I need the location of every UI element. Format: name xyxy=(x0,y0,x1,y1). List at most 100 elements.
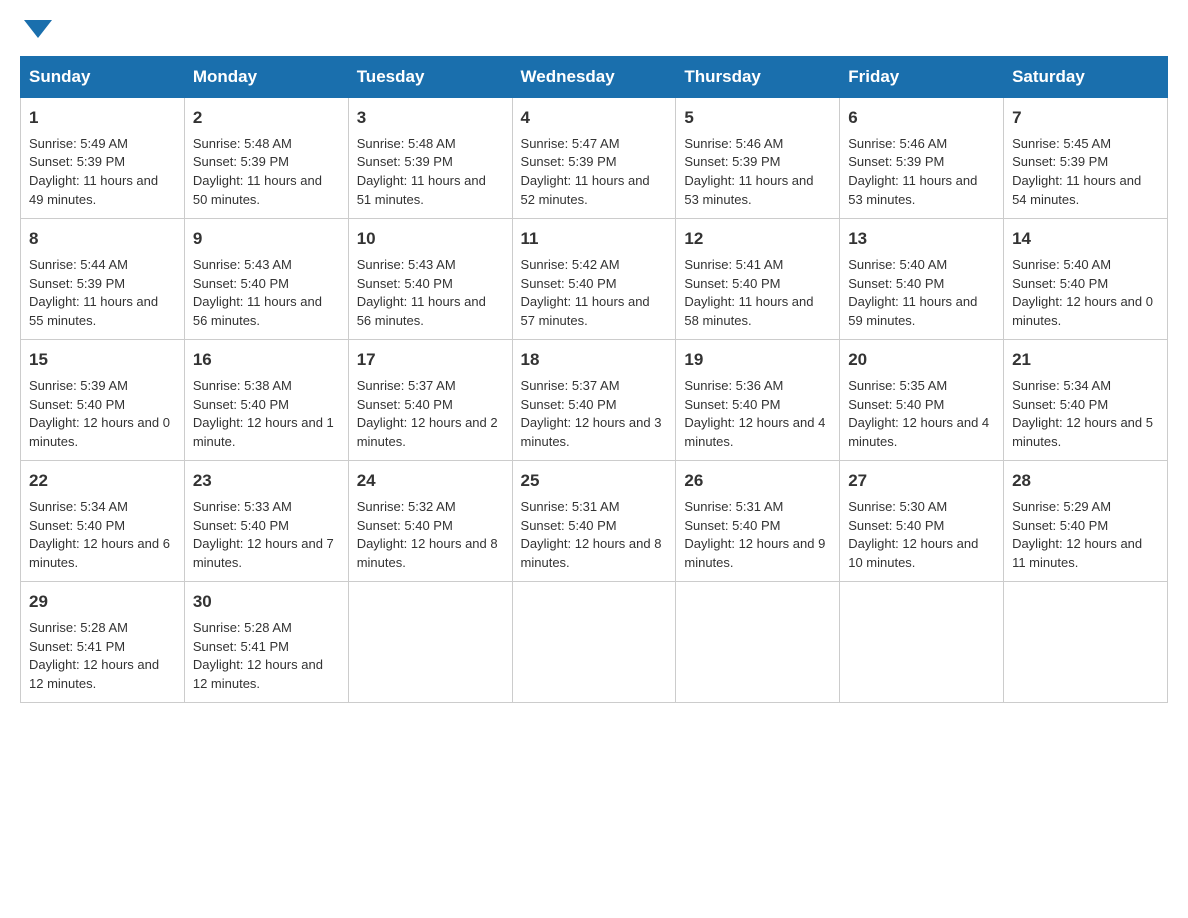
calendar-cell: 5Sunrise: 5:46 AMSunset: 5:39 PMDaylight… xyxy=(676,98,840,219)
sunset-text: Sunset: 5:39 PM xyxy=(521,153,668,172)
sunrise-text: Sunrise: 5:39 AM xyxy=(29,377,176,396)
daylight-text: Daylight: 12 hours and 2 minutes. xyxy=(357,414,504,452)
daylight-text: Daylight: 12 hours and 9 minutes. xyxy=(684,535,831,573)
sunset-text: Sunset: 5:40 PM xyxy=(848,275,995,294)
day-number: 27 xyxy=(848,469,995,494)
day-info: Sunrise: 5:48 AMSunset: 5:39 PMDaylight:… xyxy=(193,135,340,210)
sunrise-text: Sunrise: 5:40 AM xyxy=(848,256,995,275)
day-info: Sunrise: 5:30 AMSunset: 5:40 PMDaylight:… xyxy=(848,498,995,573)
daylight-text: Daylight: 12 hours and 8 minutes. xyxy=(521,535,668,573)
day-number: 10 xyxy=(357,227,504,252)
day-number: 16 xyxy=(193,348,340,373)
col-header-saturday: Saturday xyxy=(1004,57,1168,98)
daylight-text: Daylight: 12 hours and 8 minutes. xyxy=(357,535,504,573)
day-info: Sunrise: 5:33 AMSunset: 5:40 PMDaylight:… xyxy=(193,498,340,573)
week-row-5: 29Sunrise: 5:28 AMSunset: 5:41 PMDayligh… xyxy=(21,582,1168,703)
calendar-cell xyxy=(840,582,1004,703)
calendar-cell: 4Sunrise: 5:47 AMSunset: 5:39 PMDaylight… xyxy=(512,98,676,219)
daylight-text: Daylight: 11 hours and 53 minutes. xyxy=(848,172,995,210)
calendar-cell: 21Sunrise: 5:34 AMSunset: 5:40 PMDayligh… xyxy=(1004,340,1168,461)
daylight-text: Daylight: 12 hours and 0 minutes. xyxy=(1012,293,1159,331)
logo xyxy=(20,20,52,40)
daylight-text: Daylight: 12 hours and 4 minutes. xyxy=(684,414,831,452)
sunrise-text: Sunrise: 5:34 AM xyxy=(29,498,176,517)
day-number: 8 xyxy=(29,227,176,252)
calendar-cell: 9Sunrise: 5:43 AMSunset: 5:40 PMDaylight… xyxy=(184,219,348,340)
sunset-text: Sunset: 5:39 PM xyxy=(1012,153,1159,172)
calendar-cell: 19 Sunrise: 5:36 AMSunset: 5:40 PMDayligh… xyxy=(676,340,840,461)
day-info: Sunrise: 5:44 AMSunset: 5:39 PMDaylight:… xyxy=(29,256,176,331)
day-info: Sunrise: 5:46 AMSunset: 5:39 PMDaylight:… xyxy=(848,135,995,210)
daylight-text: Daylight: 11 hours and 53 minutes. xyxy=(684,172,831,210)
calendar-cell: 16Sunrise: 5:38 AMSunset: 5:40 PMDayligh… xyxy=(184,340,348,461)
daylight-text: Daylight: 12 hours and 11 minutes. xyxy=(1012,535,1159,573)
day-number: 15 xyxy=(29,348,176,373)
sunset-text: Sunset: 5:40 PM xyxy=(193,517,340,536)
col-header-monday: Monday xyxy=(184,57,348,98)
calendar-cell xyxy=(348,582,512,703)
sunrise-text: Sunrise: 5:38 AM xyxy=(193,377,340,396)
day-info: Sunrise: 5:42 AMSunset: 5:40 PMDaylight:… xyxy=(521,256,668,331)
calendar-cell: 24Sunrise: 5:32 AMSunset: 5:40 PMDayligh… xyxy=(348,461,512,582)
sunset-text: Sunset: 5:40 PM xyxy=(357,275,504,294)
sunrise-text: Sunrise: 5:40 AM xyxy=(1012,256,1159,275)
sunrise-text: Sunrise: 5:35 AM xyxy=(848,377,995,396)
logo-blue-text xyxy=(20,20,52,40)
day-number: 18 xyxy=(521,348,668,373)
week-row-1: 1Sunrise: 5:49 AMSunset: 5:39 PMDaylight… xyxy=(21,98,1168,219)
daylight-text: Daylight: 12 hours and 10 minutes. xyxy=(848,535,995,573)
sunset-text: Sunset: 5:40 PM xyxy=(684,517,831,536)
sunset-text: Sunset: 5:39 PM xyxy=(848,153,995,172)
sunrise-text: Sunrise: 5:41 AM xyxy=(684,256,831,275)
sunrise-text: Sunrise: 5:37 AM xyxy=(521,377,668,396)
day-info: Sunrise: 5:39 AMSunset: 5:40 PMDaylight:… xyxy=(29,377,176,452)
calendar-cell xyxy=(676,582,840,703)
day-number: 19 xyxy=(684,348,831,373)
day-info: Sunrise: 5:28 AMSunset: 5:41 PMDaylight:… xyxy=(29,619,176,694)
day-number: 17 xyxy=(357,348,504,373)
calendar-cell: 26Sunrise: 5:31 AMSunset: 5:40 PMDayligh… xyxy=(676,461,840,582)
day-number: 30 xyxy=(193,590,340,615)
daylight-text: Daylight: 12 hours and 1 minute. xyxy=(193,414,340,452)
sunrise-text: Sunrise: 5:33 AM xyxy=(193,498,340,517)
sunrise-text: Sunrise: 5:48 AM xyxy=(193,135,340,154)
sunrise-text: Sunrise: 5:30 AM xyxy=(848,498,995,517)
col-header-sunday: Sunday xyxy=(21,57,185,98)
calendar-cell: 6 Sunrise: 5:46 AMSunset: 5:39 PMDaylight… xyxy=(840,98,1004,219)
sunset-text: Sunset: 5:40 PM xyxy=(684,396,831,415)
sunrise-text: Sunrise: 5:46 AM xyxy=(684,135,831,154)
sunrise-text: Sunrise: 5:43 AM xyxy=(193,256,340,275)
week-row-3: 15Sunrise: 5:39 AMSunset: 5:40 PMDayligh… xyxy=(21,340,1168,461)
daylight-text: Daylight: 12 hours and 3 minutes. xyxy=(521,414,668,452)
daylight-text: Daylight: 11 hours and 57 minutes. xyxy=(521,293,668,331)
week-row-4: 22Sunrise: 5:34 AMSunset: 5:40 PMDayligh… xyxy=(21,461,1168,582)
sunset-text: Sunset: 5:40 PM xyxy=(357,517,504,536)
calendar-cell: 30Sunrise: 5:28 AMSunset: 5:41 PMDayligh… xyxy=(184,582,348,703)
col-header-thursday: Thursday xyxy=(676,57,840,98)
daylight-text: Daylight: 12 hours and 6 minutes. xyxy=(29,535,176,573)
col-header-friday: Friday xyxy=(840,57,1004,98)
sunrise-text: Sunrise: 5:29 AM xyxy=(1012,498,1159,517)
calendar-cell: 25Sunrise: 5:31 AMSunset: 5:40 PMDayligh… xyxy=(512,461,676,582)
daylight-text: Daylight: 11 hours and 51 minutes. xyxy=(357,172,504,210)
day-number: 20 xyxy=(848,348,995,373)
day-info: Sunrise: 5:36 AMSunset: 5:40 PMDaylight:… xyxy=(684,377,831,452)
calendar-cell: 11Sunrise: 5:42 AMSunset: 5:40 PMDayligh… xyxy=(512,219,676,340)
calendar-cell: 7Sunrise: 5:45 AMSunset: 5:39 PMDaylight… xyxy=(1004,98,1168,219)
calendar-cell: 15 Sunrise: 5:39 AMSunset: 5:40 PMDayligh… xyxy=(21,340,185,461)
day-number: 6 xyxy=(848,106,995,131)
logo-triangle-icon xyxy=(24,20,52,38)
calendar-cell: 20Sunrise: 5:35 AMSunset: 5:40 PMDayligh… xyxy=(840,340,1004,461)
calendar-cell: 29Sunrise: 5:28 AMSunset: 5:41 PMDayligh… xyxy=(21,582,185,703)
sunrise-text: Sunrise: 5:32 AM xyxy=(357,498,504,517)
daylight-text: Daylight: 11 hours and 52 minutes. xyxy=(521,172,668,210)
sunset-text: Sunset: 5:41 PM xyxy=(193,638,340,657)
sunset-text: Sunset: 5:40 PM xyxy=(1012,275,1159,294)
sunset-text: Sunset: 5:40 PM xyxy=(1012,517,1159,536)
day-info: Sunrise: 5:40 AMSunset: 5:40 PMDaylight:… xyxy=(848,256,995,331)
daylight-text: Daylight: 11 hours and 56 minutes. xyxy=(193,293,340,331)
day-number: 5 xyxy=(684,106,831,131)
sunset-text: Sunset: 5:40 PM xyxy=(193,275,340,294)
day-info: Sunrise: 5:37 AMSunset: 5:40 PMDaylight:… xyxy=(357,377,504,452)
sunrise-text: Sunrise: 5:42 AM xyxy=(521,256,668,275)
